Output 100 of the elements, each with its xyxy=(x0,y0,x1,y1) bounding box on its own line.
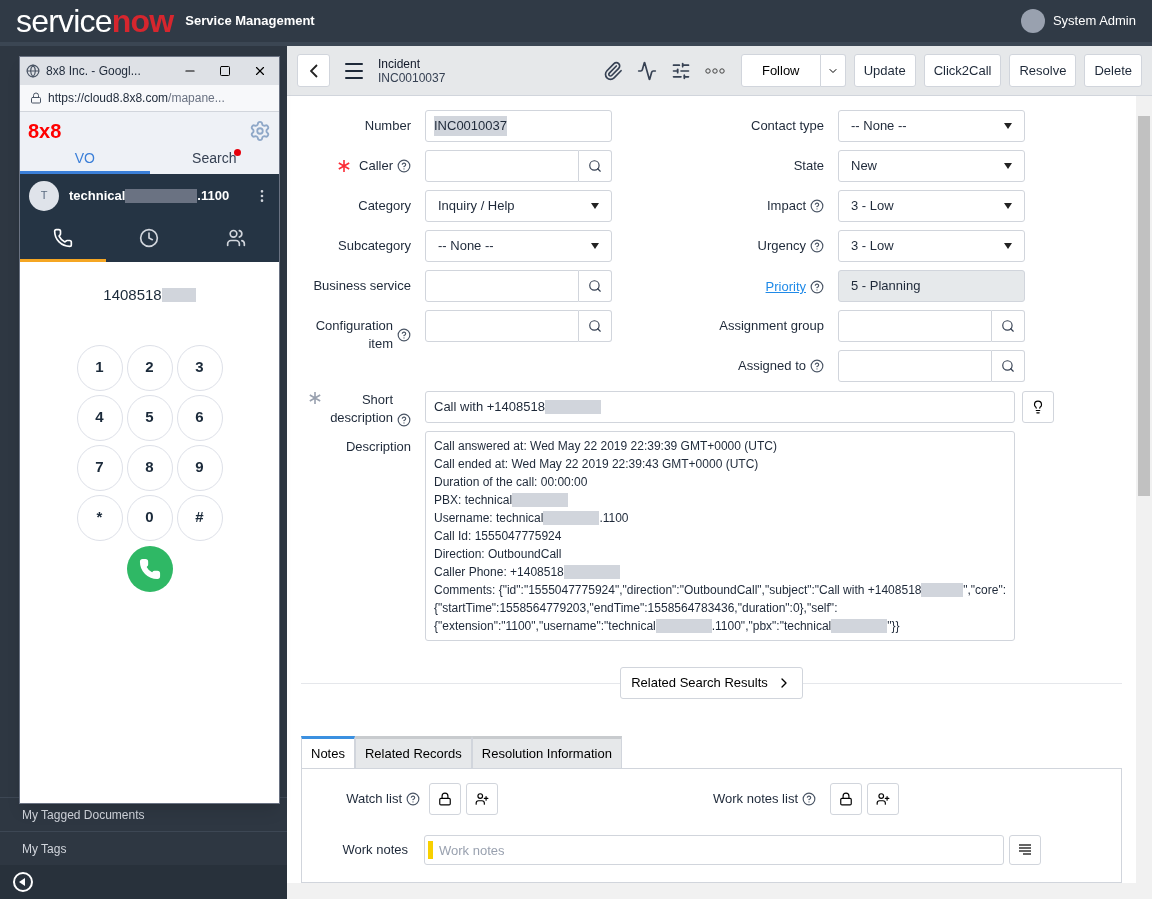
dialed-number: 1408518 xyxy=(103,284,196,307)
select-field[interactable]: -- None -- xyxy=(425,230,612,262)
search-icon xyxy=(588,319,602,333)
description-text: ","core": xyxy=(963,582,1006,599)
help-icon[interactable] xyxy=(802,792,816,806)
description-text: .1100","pbx":"technical xyxy=(711,618,832,635)
user-name[interactable]: System Admin xyxy=(1052,11,1136,31)
help-icon[interactable] xyxy=(397,328,411,342)
help-icon[interactable] xyxy=(397,413,411,427)
add-user-button[interactable] xyxy=(466,783,498,815)
description-text: Duration of the call: 00:00:00 xyxy=(434,474,588,491)
field-label: Work notes list xyxy=(713,790,798,809)
follow-button[interactable]: Follow xyxy=(740,54,821,87)
paperclip-icon[interactable] xyxy=(602,60,623,81)
select-field[interactable]: Inquiry / Help xyxy=(425,190,612,222)
description-text: Call answered at: Wed May 22 2019 22:39:39 GMT+0000 (UTC) xyxy=(434,438,777,455)
lock-button[interactable] xyxy=(429,783,461,815)
caret-icon xyxy=(591,243,599,249)
reference-input[interactable] xyxy=(425,270,579,302)
settings-icon[interactable] xyxy=(670,60,691,81)
description-text: Username: technical xyxy=(434,510,544,527)
description-text: Call Id: 1555047775924 xyxy=(434,528,562,545)
help-icon[interactable] xyxy=(810,239,824,253)
servicenow-logo[interactable]: servicenow xyxy=(16,5,174,37)
readonly-field: 5 - Planning xyxy=(838,270,1025,302)
search-icon xyxy=(588,159,602,173)
popup-tab[interactable]: Search xyxy=(149,146,279,174)
toolbar-button[interactable]: Resolve xyxy=(1009,54,1077,87)
field-label: Contact type xyxy=(751,117,824,135)
field-label: Description xyxy=(344,438,411,456)
lookup-button[interactable] xyxy=(579,310,612,342)
reference-input[interactable] xyxy=(838,350,992,382)
lookup-button[interactable] xyxy=(579,270,612,302)
more-icon[interactable] xyxy=(704,67,725,74)
blurred-text xyxy=(563,565,620,579)
description-text: Caller Phone: +1408518 xyxy=(434,564,564,581)
user-avatar[interactable] xyxy=(1020,9,1045,33)
required-marker xyxy=(428,841,433,859)
url-text: https://cloud8.8x8.com/mapane... xyxy=(48,90,225,107)
close-icon[interactable] xyxy=(253,64,267,78)
lock-icon xyxy=(438,792,452,806)
field-label: Caller xyxy=(359,157,393,175)
caret-icon xyxy=(1004,203,1012,209)
toolbar-button[interactable]: Delete xyxy=(1084,54,1142,87)
globe-icon xyxy=(26,64,40,78)
priority-link[interactable]: Priority xyxy=(765,277,806,297)
maximize-icon[interactable] xyxy=(219,65,231,77)
help-icon[interactable] xyxy=(397,159,411,173)
caret-icon xyxy=(1004,243,1012,249)
description-text: PBX: technical xyxy=(434,492,513,509)
lookup-button[interactable] xyxy=(579,150,612,182)
pulse-icon[interactable] xyxy=(636,60,657,81)
section-tab[interactable]: Related Records xyxy=(354,736,472,768)
toolbar-button[interactable]: Update xyxy=(853,54,916,87)
section-tab[interactable]: Resolution Information xyxy=(471,736,622,768)
blurred-text xyxy=(655,619,712,633)
work-notes-field[interactable]: Work notes xyxy=(424,835,1004,865)
select-field[interactable]: 3 - Low xyxy=(838,190,1025,222)
search-icon xyxy=(1001,319,1015,333)
add-user-button[interactable] xyxy=(867,783,899,815)
description-text: .1100 xyxy=(599,510,629,527)
description-text: Direction: OutboundCall xyxy=(434,546,562,563)
user-name: technical .1100 xyxy=(69,186,230,205)
blurred-text xyxy=(512,493,569,507)
select-field[interactable]: -- None -- xyxy=(838,110,1025,142)
blurred-text xyxy=(544,400,601,414)
section-tab[interactable]: Notes xyxy=(301,736,355,768)
suggestion-button[interactable] xyxy=(1022,391,1054,423)
lines-icon xyxy=(1018,844,1032,856)
text-format-button[interactable] xyxy=(1009,835,1041,865)
lock-icon xyxy=(839,792,853,806)
number-field[interactable]: INC0010037 xyxy=(425,110,612,142)
blurred-text xyxy=(921,583,964,597)
related-search-button[interactable]: Related Search Results xyxy=(620,667,803,699)
help-icon[interactable] xyxy=(810,199,824,213)
back-button[interactable] xyxy=(297,54,330,87)
reference-input[interactable] xyxy=(838,310,992,342)
vertical-scrollbar[interactable] xyxy=(1136,96,1152,883)
caret-icon xyxy=(591,203,599,209)
reference-input[interactable] xyxy=(425,150,579,182)
toolbar-button[interactable]: Click2Call xyxy=(923,54,1002,87)
caret-icon xyxy=(1004,163,1012,169)
reference-input[interactable] xyxy=(425,310,579,342)
select-field[interactable]: 3 - Low xyxy=(838,230,1025,262)
collapse-icon[interactable] xyxy=(12,871,34,893)
help-icon[interactable] xyxy=(406,792,420,806)
lookup-button[interactable] xyxy=(992,350,1025,382)
description-field[interactable] xyxy=(425,431,1015,641)
lookup-button[interactable] xyxy=(992,310,1025,342)
help-icon[interactable] xyxy=(810,279,824,294)
field-label: Assigned to xyxy=(738,357,806,375)
short-description-field[interactable]: Call with +1408518 xyxy=(425,391,1015,423)
horizontal-scrollbar[interactable] xyxy=(287,883,1152,899)
field-label: Impact xyxy=(767,197,806,215)
lock-button[interactable] xyxy=(830,783,862,815)
search-icon xyxy=(588,279,602,293)
help-icon[interactable] xyxy=(810,359,824,373)
description-text: Call ended at: Wed May 22 2019 22:39:43 GMT+0000 (UTC) xyxy=(434,456,759,473)
caret-icon xyxy=(1004,123,1012,129)
select-field[interactable]: New xyxy=(838,150,1025,182)
